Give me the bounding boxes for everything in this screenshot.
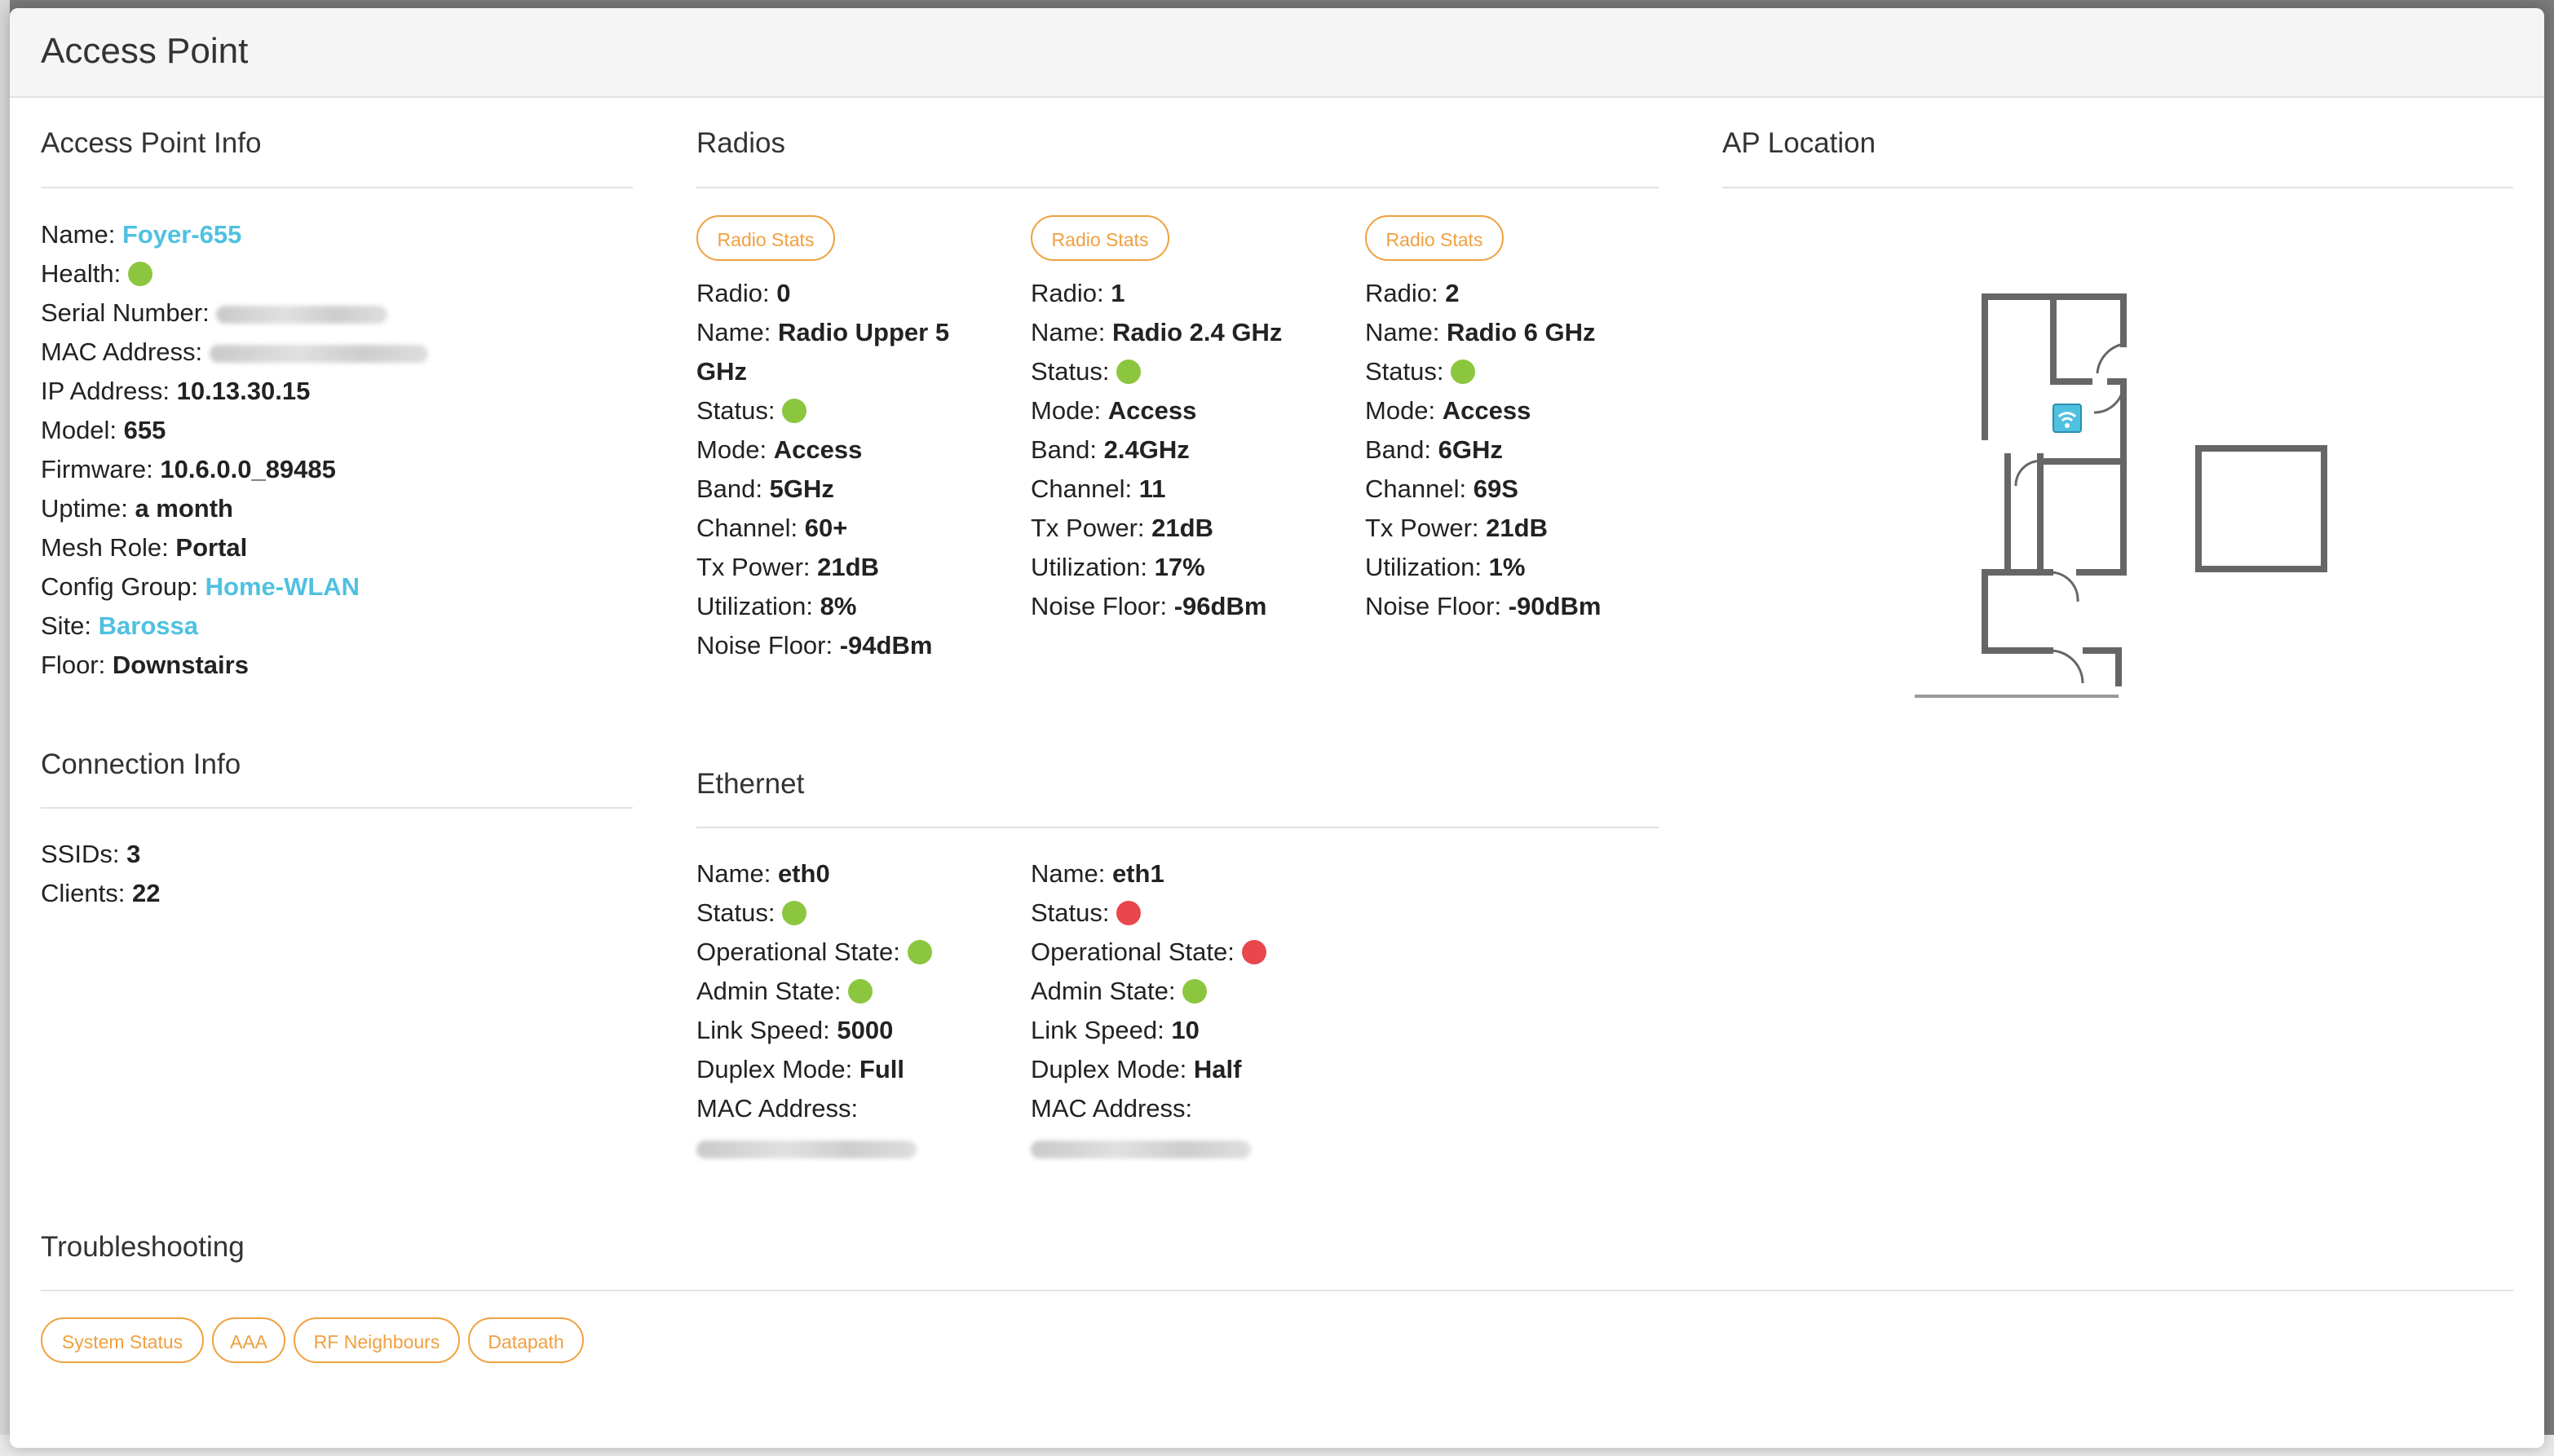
eth1-status: Status:	[1031, 893, 1142, 933]
eth1-op-state-dot	[1241, 940, 1266, 964]
radio-1-name: Name: Radio 2.4 GHz	[1031, 318, 1283, 346]
eth0-admin-state-dot	[848, 979, 873, 1004]
radio-0-noise: Noise Floor: -94dBm	[696, 631, 933, 660]
eth0-mac-label: MAC Address:	[696, 1094, 859, 1123]
radio-2-util: Utilization: 1%	[1365, 553, 1526, 581]
modal-header: Access Point	[10, 8, 2544, 98]
ap-info-title: Access Point Info	[41, 127, 262, 159]
eth0-status-dot	[782, 901, 807, 925]
radios-divider	[696, 187, 1659, 188]
ap-firmware-row: Firmware: 10.6.0.0_89485	[41, 455, 336, 483]
radios-title: Radios	[696, 127, 785, 159]
wifi-icon	[2052, 404, 2082, 433]
ap-serial-row: Serial Number:	[41, 293, 388, 333]
ap-mac-row: MAC Address:	[41, 333, 428, 372]
ap-location-divider	[1722, 187, 2513, 188]
system-status-button[interactable]: System Status	[41, 1317, 204, 1363]
radio-2-tx: Tx Power: 21dB	[1365, 514, 1548, 542]
radio-2-name: Name: Radio 6 GHz	[1365, 318, 1596, 346]
radio-0-channel: Channel: 60+	[696, 514, 848, 542]
rf-neighbours-button[interactable]: RF Neighbours	[294, 1317, 460, 1363]
eth1-admin-state: Admin State:	[1031, 972, 1208, 1011]
mac-redacted	[209, 344, 428, 363]
radio-1-status-dot	[1116, 360, 1142, 384]
radio-0-status-dot	[782, 399, 807, 423]
radio-1-mode: Mode: Access	[1031, 396, 1197, 425]
ap-location-title: AP Location	[1722, 127, 1876, 159]
radio-1-number: Radio: 1	[1031, 279, 1125, 307]
radio-1-channel: Channel: 11	[1031, 474, 1166, 503]
troubleshooting-title: Troubleshooting	[41, 1231, 245, 1263]
ap-floor-row: Floor: Downstairs	[41, 651, 249, 679]
eth0-admin-state: Admin State:	[696, 972, 873, 1011]
radio-1-noise: Noise Floor: -96dBm	[1031, 592, 1267, 620]
radio-2-mode: Mode: Access	[1365, 396, 1531, 425]
radio-1-util: Utilization: 17%	[1031, 553, 1205, 581]
datapath-button[interactable]: Datapath	[468, 1317, 584, 1363]
aaa-button[interactable]: AAA	[212, 1317, 285, 1363]
radio-0-band: Band: 5GHz	[696, 474, 834, 503]
ap-health-row: Health:	[41, 254, 152, 293]
troubleshooting-divider	[41, 1290, 2513, 1291]
eth0-op-state-dot	[907, 940, 932, 964]
eth0-mac-redacted	[696, 1140, 917, 1158]
radio-1-stats-button[interactable]: Radio Stats	[1031, 215, 1169, 261]
ap-site-row: Site: Barossa	[41, 611, 199, 640]
radio-2-status-dot	[1451, 360, 1476, 384]
eth1-mac-value	[1031, 1128, 1251, 1167]
ssids-row: SSIDs: 3	[41, 840, 141, 868]
radio-0-tx: Tx Power: 21dB	[696, 553, 879, 581]
modal-title: Access Point	[41, 31, 249, 71]
eth1-status-dot	[1116, 901, 1142, 925]
radio-2-band: Band: 6GHz	[1365, 435, 1503, 464]
serial-redacted	[216, 305, 388, 324]
access-point-modal: Access Point Access Point Info Name: Foy…	[10, 8, 2544, 1448]
ap-uptime-row: Uptime: a month	[41, 494, 233, 523]
ap-name-row: Name: Foyer-655	[41, 220, 242, 249]
radio-0-mode: Mode: Access	[696, 435, 863, 464]
radio-1-band: Band: 2.4GHz	[1031, 435, 1190, 464]
eth1-name: Name: eth1	[1031, 859, 1164, 888]
radio-2-noise: Noise Floor: -90dBm	[1365, 592, 1602, 620]
eth0-link-speed: Link Speed: 5000	[696, 1016, 894, 1044]
eth1-link-speed: Link Speed: 10	[1031, 1016, 1200, 1044]
ap-model-row: Model: 655	[41, 416, 166, 444]
site-link[interactable]: Barossa	[99, 611, 198, 640]
radio-0-name: Name: Radio Upper 5 GHz	[696, 318, 950, 386]
clients-row: Clients: 22	[41, 879, 161, 907]
eth1-mac-redacted	[1031, 1140, 1251, 1158]
ap-name-link[interactable]: Foyer-655	[122, 220, 241, 249]
config-group-link[interactable]: Home-WLAN	[205, 572, 360, 601]
eth0-name: Name: eth0	[696, 859, 830, 888]
eth1-admin-state-dot	[1182, 979, 1208, 1004]
floor-plan-map[interactable]	[1893, 282, 2350, 706]
ap-config-row: Config Group: Home-WLAN	[41, 572, 360, 601]
eth0-mac-value	[696, 1128, 917, 1167]
radio-0-util: Utilization: 8%	[696, 592, 857, 620]
background-page-edge	[0, 0, 10, 1456]
ap-ip-row: IP Address: 10.13.30.15	[41, 377, 311, 405]
ap-mesh-row: Mesh Role: Portal	[41, 533, 248, 562]
eth1-duplex: Duplex Mode: Half	[1031, 1055, 1242, 1083]
radio-1-status: Status:	[1031, 352, 1142, 391]
eth1-op-state: Operational State:	[1031, 933, 1266, 972]
health-status-dot	[127, 262, 152, 286]
ethernet-title: Ethernet	[696, 768, 805, 800]
eth1-mac-label: MAC Address:	[1031, 1094, 1193, 1123]
eth0-duplex: Duplex Mode: Full	[696, 1055, 905, 1083]
radio-0-stats-button[interactable]: Radio Stats	[696, 215, 835, 261]
radio-0-number: Radio: 0	[696, 279, 791, 307]
ethernet-divider	[696, 827, 1659, 828]
radio-1-tx: Tx Power: 21dB	[1031, 514, 1213, 542]
radio-2-stats-button[interactable]: Radio Stats	[1365, 215, 1504, 261]
eth0-op-state: Operational State:	[696, 933, 932, 972]
connection-info-divider	[41, 807, 633, 809]
radio-2-number: Radio: 2	[1365, 279, 1460, 307]
ap-info-divider	[41, 187, 633, 188]
radio-0-status: Status:	[696, 391, 807, 430]
eth0-status: Status:	[696, 893, 807, 933]
radio-2-channel: Channel: 69S	[1365, 474, 1518, 503]
connection-info-title: Connection Info	[41, 748, 241, 780]
radio-2-status: Status:	[1365, 352, 1476, 391]
